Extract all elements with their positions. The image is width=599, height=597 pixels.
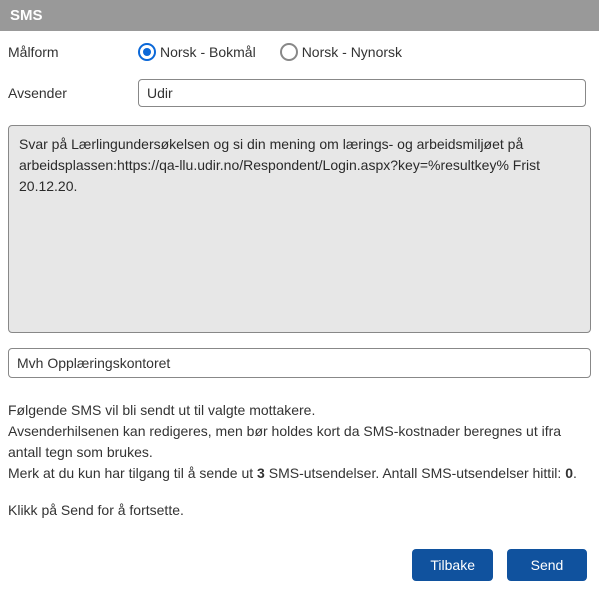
info-line1: Følgende SMS vil bli sendt ut til valgte… — [8, 400, 591, 421]
sender-input[interactable] — [138, 79, 586, 107]
info-line2: Avsenderhilsenen kan redigeres, men bør … — [8, 421, 591, 463]
button-row: Tilbake Send — [8, 549, 591, 587]
radio-nynorsk-label: Norsk - Nynorsk — [302, 44, 402, 60]
message-textarea — [8, 125, 591, 333]
radio-icon — [138, 43, 156, 61]
sender-label: Avsender — [8, 85, 138, 101]
cta-text: Klikk på Send for å fortsette. — [8, 500, 591, 521]
panel-body: Målform Norsk - Bokmål Norsk - Nynorsk A… — [0, 31, 599, 597]
sender-row: Avsender — [8, 79, 591, 107]
sms-panel: SMS Målform Norsk - Bokmål Norsk - Nynor… — [0, 0, 599, 597]
info-text: Følgende SMS vil bli sendt ut til valgte… — [8, 400, 591, 484]
radio-bokmaal-label: Norsk - Bokmål — [160, 44, 256, 60]
send-button[interactable]: Send — [507, 549, 587, 581]
radio-nynorsk[interactable]: Norsk - Nynorsk — [280, 43, 402, 61]
info-line3: Merk at du kun har tilgang til å sende u… — [8, 463, 591, 484]
panel-title: SMS — [10, 7, 43, 24]
back-button[interactable]: Tilbake — [412, 549, 493, 581]
language-radio-group: Norsk - Bokmål Norsk - Nynorsk — [138, 43, 402, 61]
radio-bokmaal[interactable]: Norsk - Bokmål — [138, 43, 256, 61]
radio-icon — [280, 43, 298, 61]
radio-dot-icon — [143, 48, 151, 56]
signature-input[interactable] — [8, 348, 591, 378]
language-row: Målform Norsk - Bokmål Norsk - Nynorsk — [8, 43, 591, 61]
panel-header: SMS — [0, 0, 599, 31]
language-label: Målform — [8, 44, 138, 60]
